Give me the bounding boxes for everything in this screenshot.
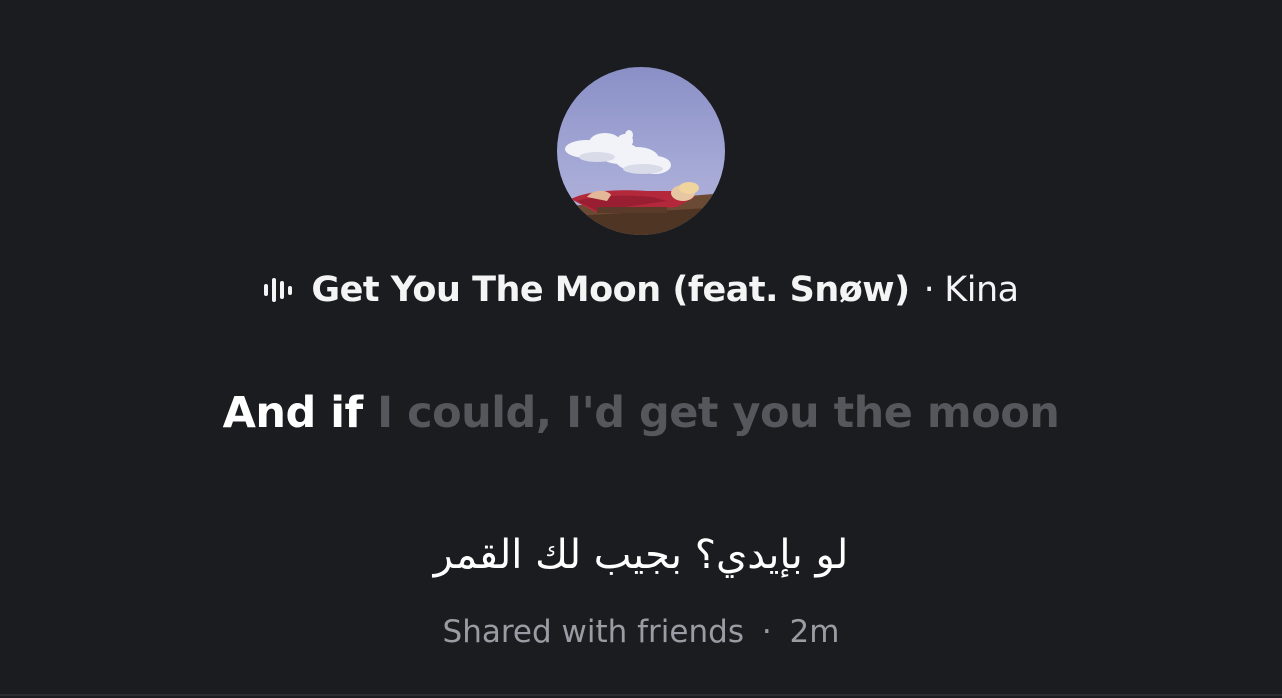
divider [0, 694, 1282, 696]
share-timestamp: 2m [789, 614, 840, 650]
share-footer: Shared with friends · 2m [0, 614, 1282, 654]
album-art[interactable] [557, 67, 725, 235]
lyric-upcoming-text: I could, I'd get you the moon [377, 388, 1060, 438]
lyrics-share-card: Get You The Moon (feat. Snøw) · Kina And… [0, 0, 1282, 698]
album-art-image [557, 67, 725, 235]
now-playing-row[interactable]: Get You The Moon (feat. Snøw) · Kina [0, 266, 1282, 314]
equalizer-icon [264, 278, 293, 302]
track-separator: · [923, 270, 935, 310]
lyric-sung-text: And if [222, 388, 378, 438]
footer-separator: · [761, 614, 772, 650]
lyric-translation: لو بإيدي؟ بجيب لك القمر [433, 532, 849, 578]
artist-name[interactable]: Kina [944, 270, 1019, 310]
lyric-line: And if I could, I'd get you the moon [0, 388, 1282, 444]
share-audience: Shared with friends [442, 614, 744, 650]
track-title[interactable]: Get You The Moon (feat. Snøw) [311, 270, 910, 310]
